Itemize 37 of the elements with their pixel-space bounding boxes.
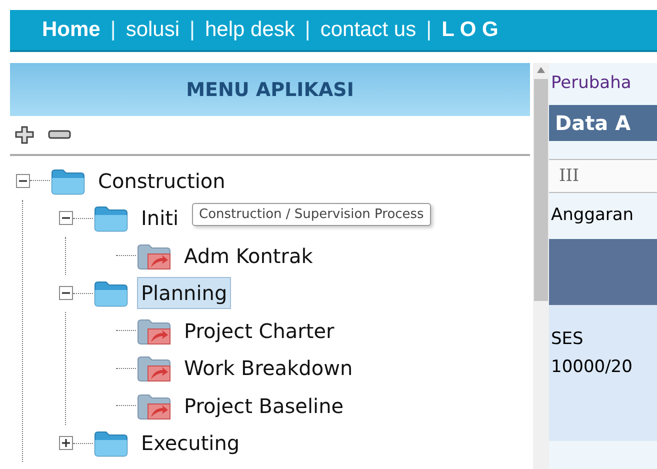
collapse-all-icon[interactable]	[48, 129, 72, 141]
expand-all-icon[interactable]	[14, 126, 36, 144]
field-label: Anggaran	[550, 204, 635, 227]
nav-separator: |	[110, 18, 116, 42]
tooltip: Construction / Supervision Process	[192, 203, 431, 226]
table-cell-text: 10000/20	[551, 356, 634, 379]
minus-icon[interactable]	[59, 211, 73, 226]
nav-separator: |	[190, 18, 195, 42]
folder-shortcut-icon	[136, 354, 172, 382]
folder-shortcut-icon	[136, 392, 172, 420]
folder-icon	[93, 204, 129, 232]
folder-icon	[93, 279, 129, 308]
scrollbar-thumb[interactable]	[534, 79, 548, 301]
section-heading: Data A	[549, 105, 657, 141]
tree-item[interactable]: Adm Kontrak	[180, 240, 317, 272]
input-field[interactable]: III	[549, 159, 657, 193]
tree-item[interactable]: Construction	[94, 164, 230, 197]
nav-separator: |	[304, 18, 310, 42]
scroll-up-icon[interactable]	[537, 67, 545, 73]
table-cell-text: SES	[551, 328, 584, 351]
tree-item[interactable]: Project Charter	[180, 314, 338, 347]
minus-icon[interactable]	[59, 286, 73, 300]
folder-shortcut-icon	[136, 242, 172, 270]
minus-icon[interactable]	[16, 174, 30, 188]
folder-icon	[93, 429, 129, 458]
tree-item[interactable]: Initi	[137, 202, 183, 234]
folder-shortcut-icon	[136, 316, 172, 345]
tree-item[interactable]: Planning	[137, 277, 232, 310]
nav-separator: |	[426, 18, 432, 42]
tree-item[interactable]: Project Baseline	[180, 390, 348, 422]
tree-item[interactable]: Executing	[137, 427, 244, 460]
menu-title: MENU APLIKASI	[186, 78, 354, 100]
plus-icon[interactable]	[59, 436, 73, 450]
tree-item[interactable]: Work Breakdown	[180, 352, 357, 384]
folder-icon	[50, 166, 86, 195]
scrollbar[interactable]	[533, 63, 549, 469]
content-link[interactable]: Perubaha	[549, 73, 657, 99]
